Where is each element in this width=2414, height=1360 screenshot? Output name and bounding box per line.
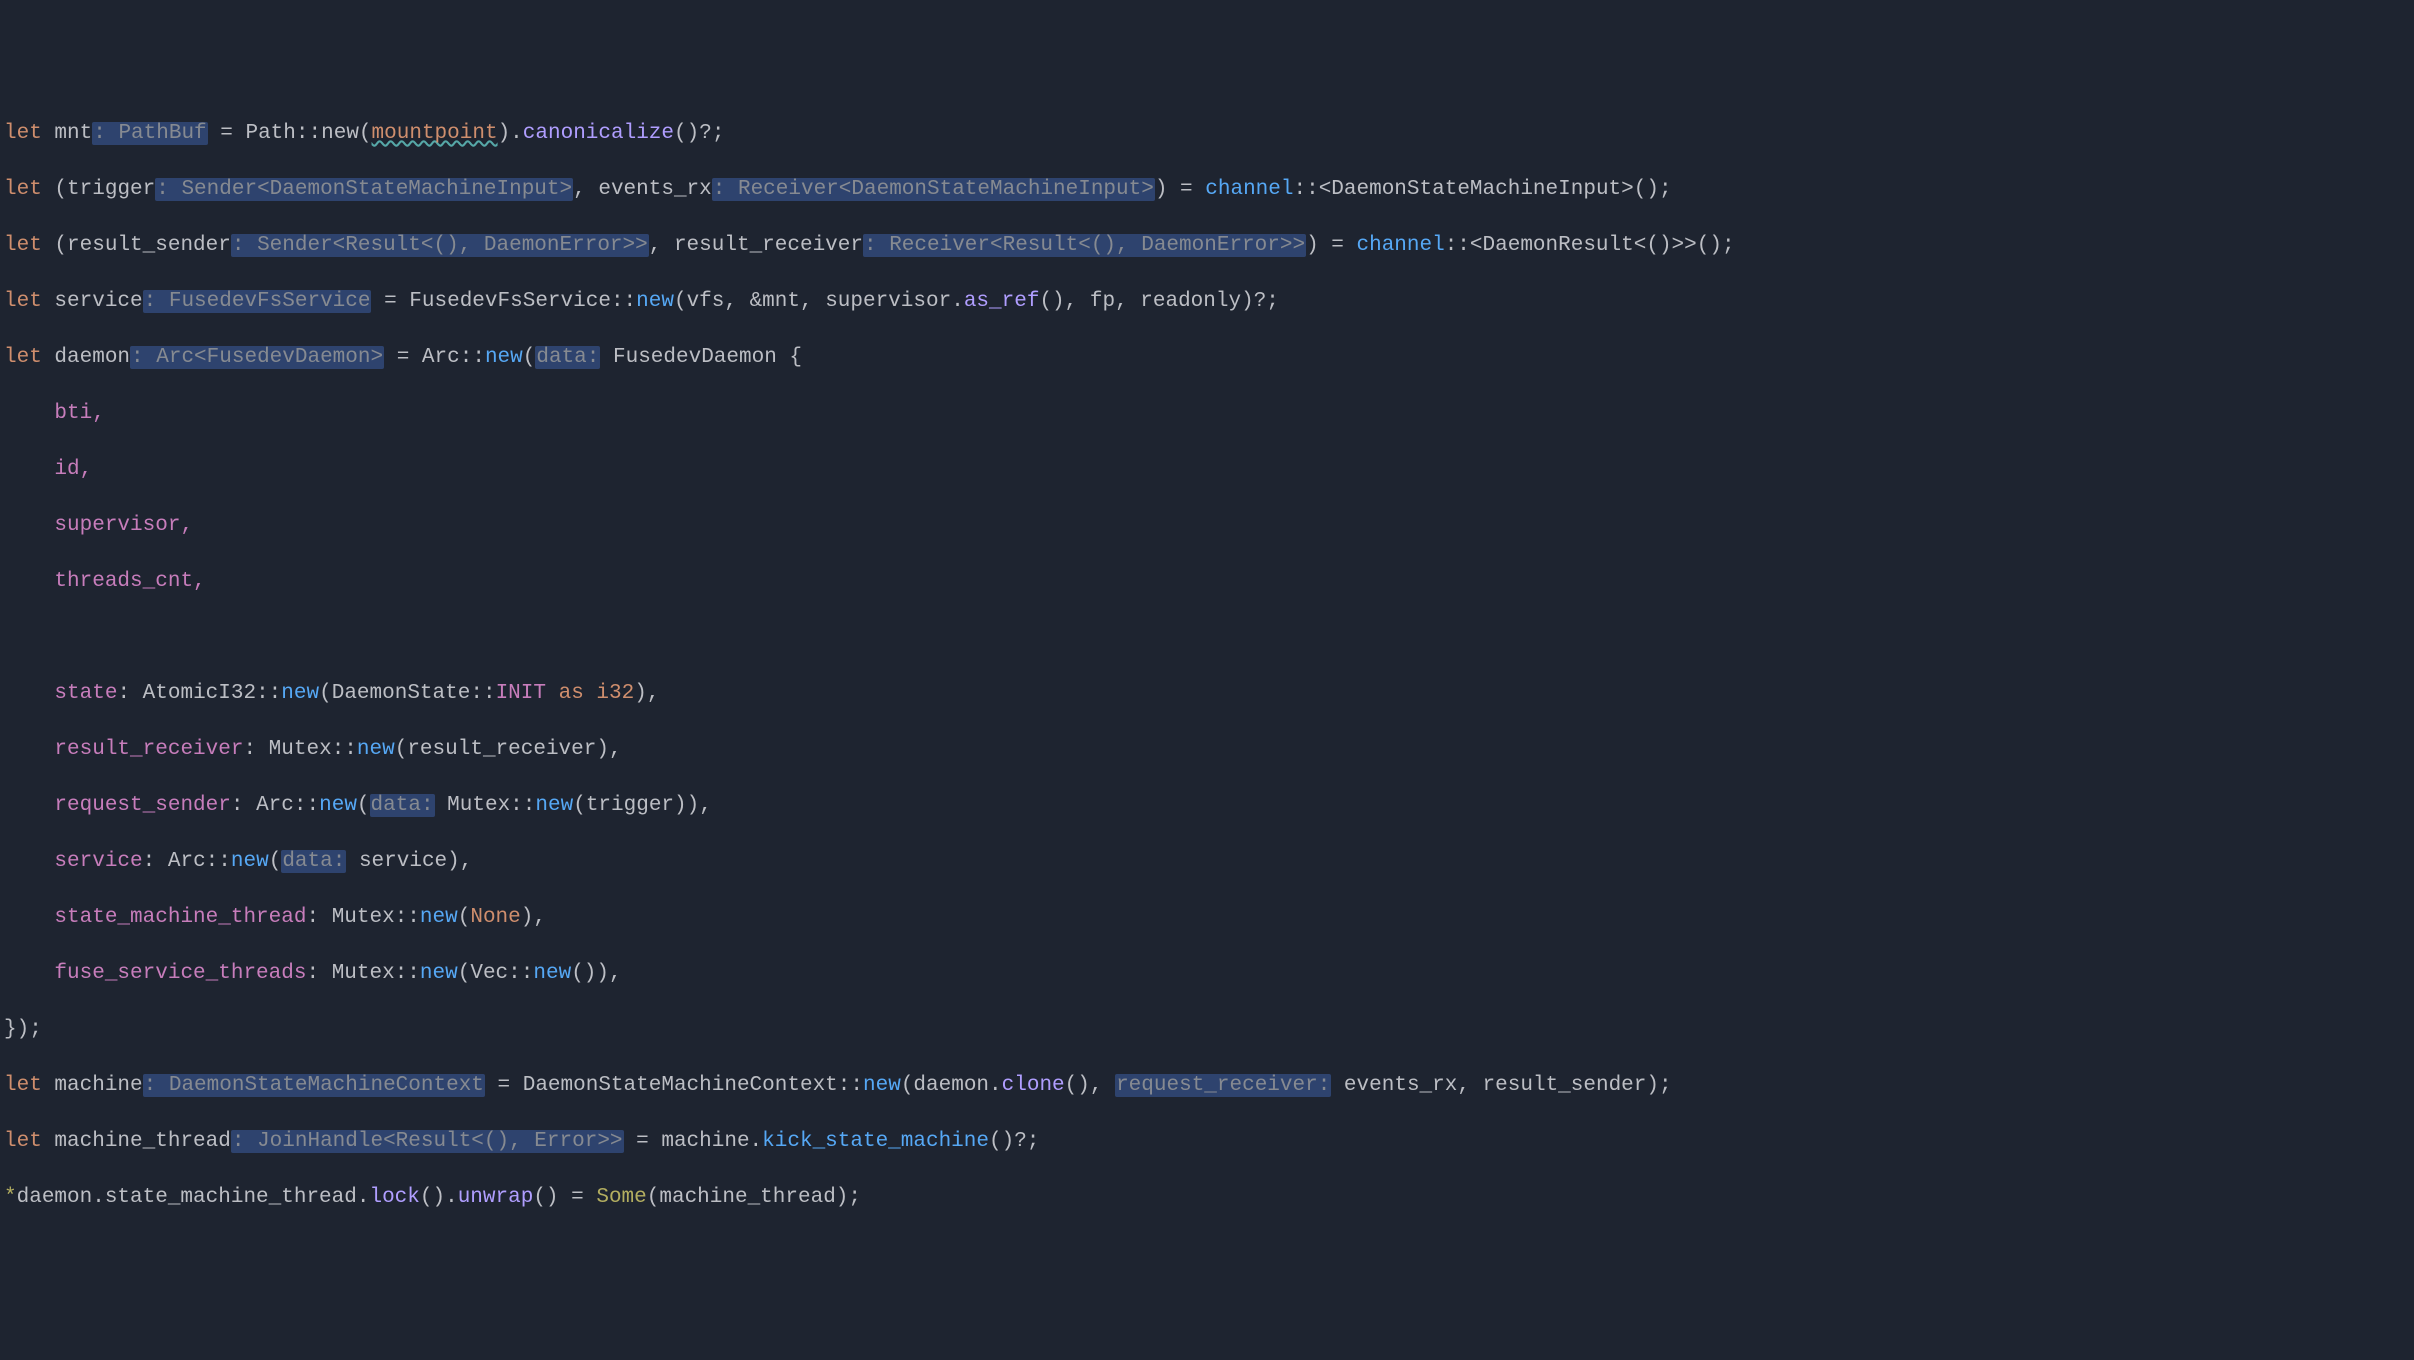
code-line[interactable]: let daemon: Arc<FusedevDaemon> = Arc::ne… [4,344,2410,372]
inlay-hint: : Sender<Result<(), DaemonError>> [231,234,649,257]
code-line[interactable]: let (trigger: Sender<DaemonStateMachineI… [4,176,2410,204]
inlay-hint: : Receiver<DaemonStateMachineInput> [712,178,1155,201]
inlay-hint: : Receiver<Result<(), DaemonError>> [863,234,1306,257]
inlay-hint: : JoinHandle<Result<(), Error>> [231,1130,624,1153]
fn-channel: channel [1205,178,1293,201]
code-line[interactable]: }); [4,1016,2410,1044]
code-line[interactable]: service: Arc::new(data: service), [4,848,2410,876]
code-line[interactable]: result_receiver: Mutex::new(result_recei… [4,736,2410,764]
code-line[interactable]: bti, [4,400,2410,428]
inlay-hint: : Sender<DaemonStateMachineInput> [155,178,573,201]
inlay-hint: data: [370,794,435,817]
code-line[interactable]: fuse_service_threads: Mutex::new(Vec::ne… [4,960,2410,988]
code-line[interactable]: let (result_sender: Sender<Result<(), Da… [4,232,2410,260]
code-line[interactable]: state: AtomicI32::new(DaemonState::INIT … [4,680,2410,708]
inlay-hint: data: [535,346,600,369]
method-canonicalize: canonicalize [523,122,674,145]
code-line[interactable]: threads_cnt, [4,568,2410,596]
code-line[interactable]: request_sender: Arc::new(data: Mutex::ne… [4,792,2410,820]
inlay-hint: : FusedevFsService [143,290,372,313]
type-path: Path [245,122,295,145]
inlay-hint: request_receiver: [1115,1074,1331,1097]
inlay-hint: : Arc<FusedevDaemon> [130,346,384,369]
code-line[interactable]: let machine_thread: JoinHandle<Result<()… [4,1128,2410,1156]
code-line[interactable]: *daemon.state_machine_thread.lock().unwr… [4,1184,2410,1212]
code-line[interactable]: let machine: DaemonStateMachineContext =… [4,1072,2410,1100]
code-line[interactable]: let service: FusedevFsService = FusedevF… [4,288,2410,316]
inlay-hint: data: [281,850,346,873]
code-line[interactable] [4,624,2410,652]
inlay-hint: : PathBuf [92,122,207,145]
code-line[interactable]: let mnt: PathBuf = Path::new(mountpoint)… [4,120,2410,148]
code-line[interactable]: id, [4,456,2410,484]
code-line[interactable]: state_machine_thread: Mutex::new(None), [4,904,2410,932]
ident-mnt: mnt [54,122,92,145]
inlay-hint: : DaemonStateMachineContext [143,1074,485,1097]
code-line[interactable]: supervisor, [4,512,2410,540]
keyword-let: let [4,122,42,145]
param-mountpoint: mountpoint [372,122,498,145]
